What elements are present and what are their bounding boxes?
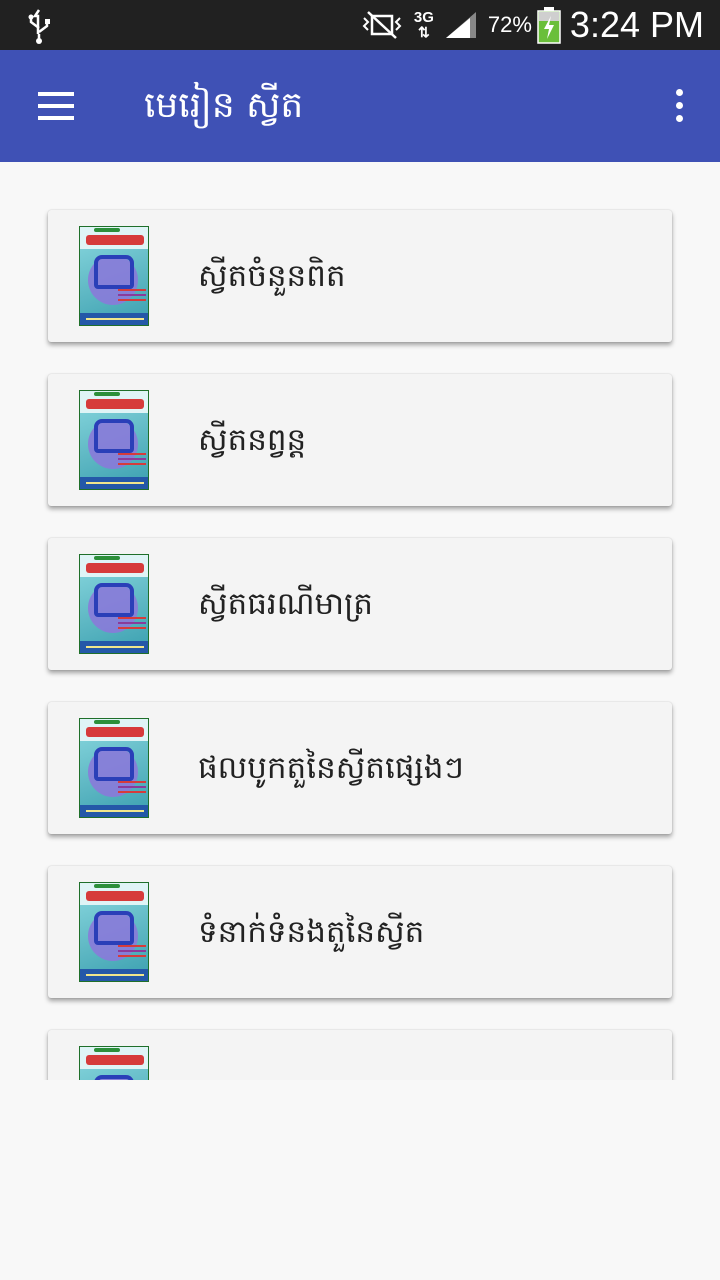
lesson-card[interactable]: ស្វីតធរណីមាត្រ [48,538,672,670]
usb-icon [28,9,50,44]
overflow-menu-button[interactable] [658,80,698,132]
more-vert-dot [676,102,683,109]
menu-button[interactable] [26,80,86,132]
lesson-card[interactable]: ទំនាក់ទំនងតួនៃស្វីត [48,866,672,998]
clock: 3:24 PM [569,4,704,45]
lesson-title: ស្វីតធរណីមាត្រ [198,586,373,622]
more-vert-dot [676,115,683,122]
lesson-thumbnail [79,718,149,818]
battery-percent: 72% [487,12,532,37]
network-type: 3G ⇅ [413,9,434,40]
lesson-card[interactable] [48,1030,672,1080]
lesson-card[interactable]: ផលបូកតួនៃស្វីតផ្សេងៗ [48,702,672,834]
app-title: មេរៀន ស្វីត [144,85,304,126]
lesson-title: ស្វីតចំនួនពិត [198,258,346,294]
menu-icon [38,92,74,96]
menu-icon-bar [38,104,74,108]
app-bar: មេរៀន ស្វីត [0,50,720,162]
lesson-card[interactable]: ស្វីតនព្វន្ត [48,374,672,506]
lesson-thumbnail [79,882,149,982]
signal-icon [445,12,476,38]
lesson-thumbnail [79,554,149,654]
more-vert-icon [676,89,683,96]
lesson-title: ស្វីតនព្វន្ត [198,422,307,458]
lesson-list: ស្វីតចំនួនពិត ស្វីតនព្វន្ត ស្វីតធរណីមាត្… [0,162,720,1080]
lesson-card[interactable]: ស្វីតចំនួនពិត [48,210,672,342]
lesson-thumbnail [79,390,149,490]
battery-charging-icon [537,7,561,44]
menu-icon-bar [38,116,74,120]
no-sim-vibrate-icon [362,11,402,39]
lesson-thumbnail [79,1046,149,1080]
status-bar: 3G ⇅ 72% 3:24 PM [0,0,720,50]
lesson-title: ផលបូកតួនៃស្វីតផ្សេងៗ [198,750,464,786]
lesson-title: ទំនាក់ទំនងតួនៃស្វីត [198,914,425,950]
lesson-thumbnail [79,226,149,326]
